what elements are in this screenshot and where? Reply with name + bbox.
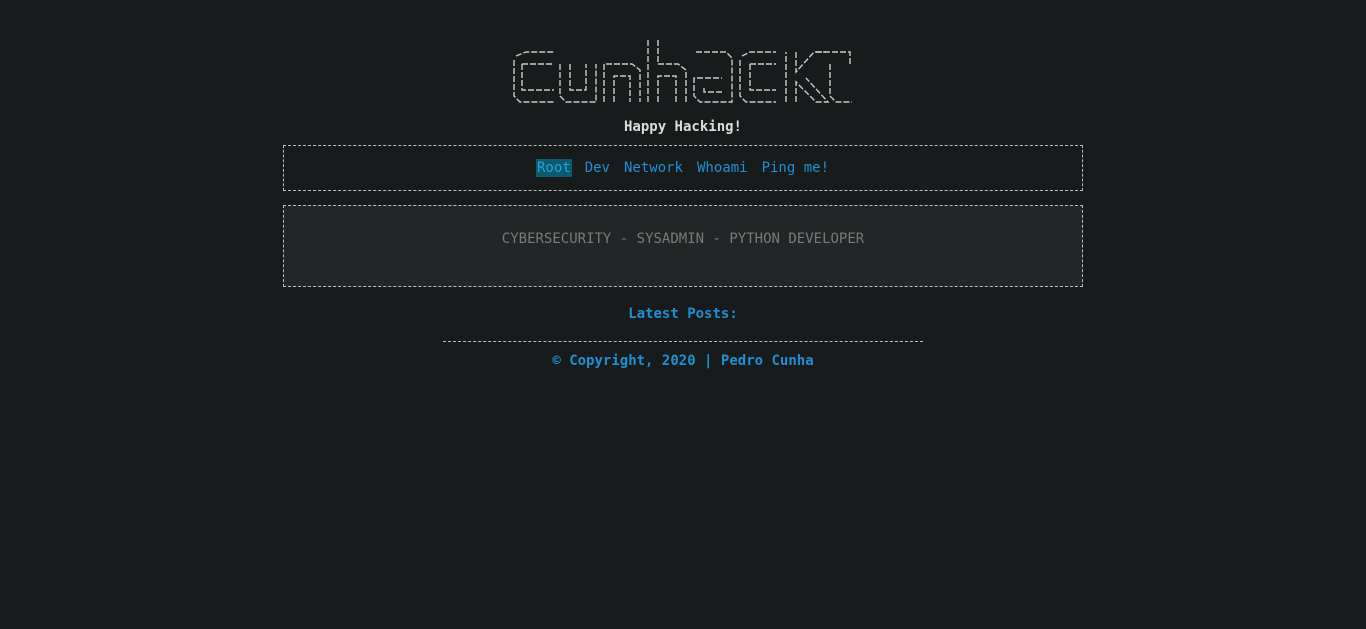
site-logo	[0, 38, 1366, 112]
latest-posts-heading: Latest Posts:	[628, 306, 738, 322]
main-navigation: Root Dev Network Whoami Ping me!	[283, 145, 1083, 191]
nav-link-root[interactable]: Root	[535, 159, 572, 177]
nav-link-ping-me[interactable]: Ping me!	[761, 159, 830, 177]
footer-divider	[443, 341, 923, 342]
tagline: Happy Hacking!	[623, 119, 742, 135]
intro-panel: CYBERSECURITY - SYSADMIN - PYTHON DEVELO…	[283, 205, 1083, 287]
footer-copyright: © Copyright, 2020 | Pedro Cunha	[552, 353, 814, 369]
nav-link-dev[interactable]: Dev	[584, 159, 611, 177]
ascii-logo-art	[513, 40, 852, 103]
nav-link-network[interactable]: Network	[623, 159, 684, 177]
nav-link-whoami[interactable]: Whoami	[696, 159, 749, 177]
intro-roles-text: CYBERSECURITY - SYSADMIN - PYTHON DEVELO…	[501, 231, 865, 247]
